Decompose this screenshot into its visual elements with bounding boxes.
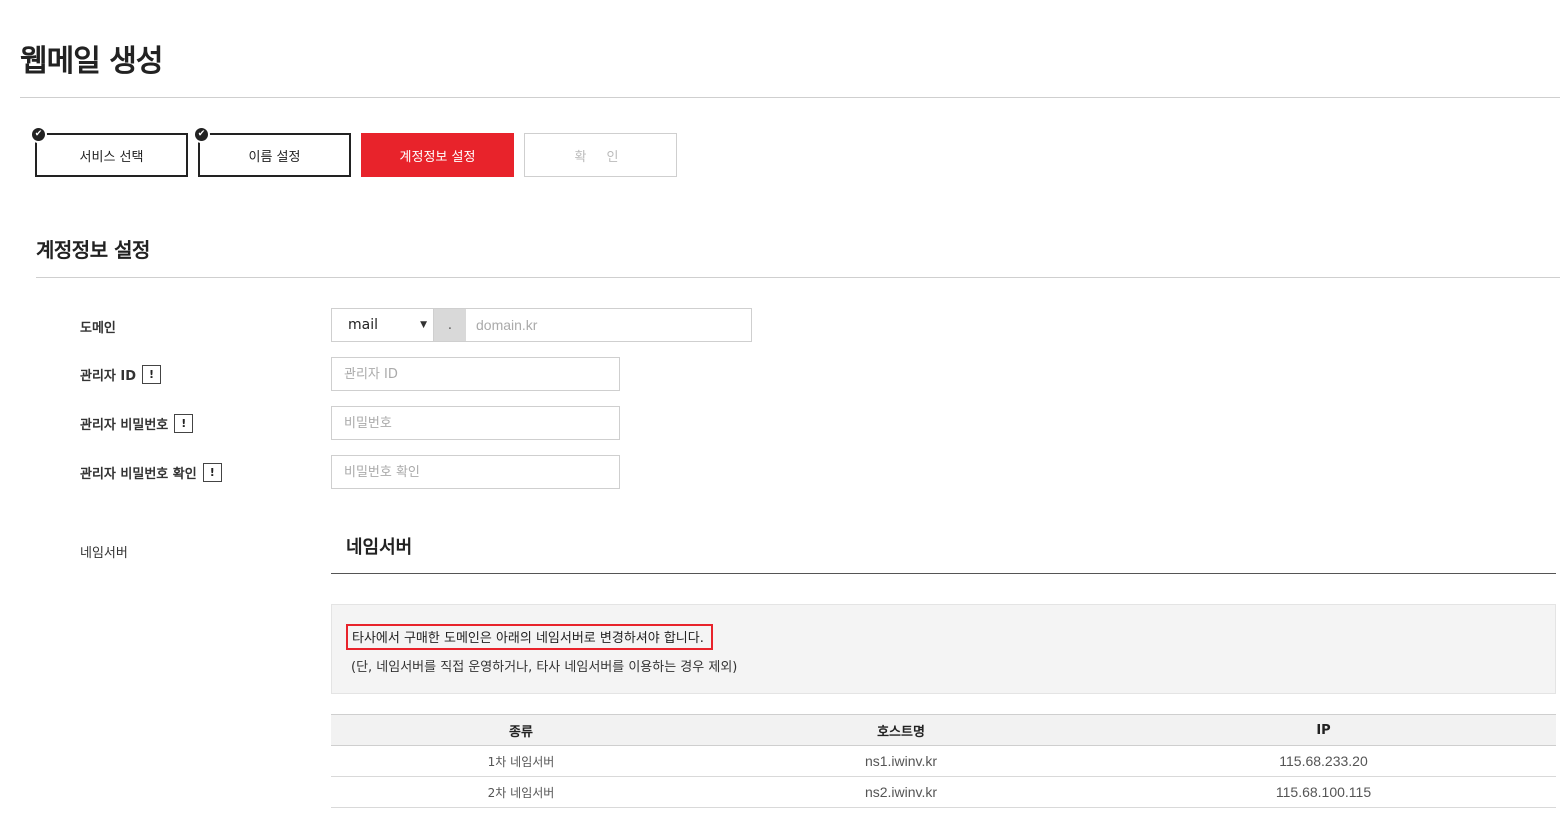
step-confirm: 확 인 bbox=[524, 133, 677, 177]
subdomain-select-value: mail bbox=[348, 317, 378, 333]
check-circle-icon: ✔ bbox=[30, 126, 47, 143]
nameserver-table: 종류 호스트명 IP 1차 네임서버 ns1.iwinv.kr 115.68.2… bbox=[331, 714, 1556, 808]
step-account-setting[interactable]: 계정정보 설정 bbox=[361, 133, 514, 177]
nameserver-title: 네임서버 bbox=[346, 537, 413, 558]
exclamation-icon[interactable]: ! bbox=[174, 414, 194, 433]
admin-id-label: 관리자 ID ! bbox=[80, 365, 162, 384]
nameserver-label: 네임서버 bbox=[80, 546, 128, 561]
admin-password-input[interactable] bbox=[331, 406, 620, 440]
column-header-ip: IP bbox=[1091, 714, 1556, 746]
step-label: 이름 설정 bbox=[248, 149, 301, 165]
cell-host: ns2.iwinv.kr bbox=[711, 776, 1091, 808]
step-indicator: ✔ 서비스 선택 ✔ 이름 설정 계정정보 설정 확 인 bbox=[30, 126, 677, 177]
cell-ip: 115.68.233.20 bbox=[1091, 745, 1556, 777]
table-header-row: 종류 호스트명 IP bbox=[331, 714, 1556, 746]
domain-input-group: mail ▼ . bbox=[331, 308, 752, 342]
check-circle-icon: ✔ bbox=[193, 126, 210, 143]
domain-input[interactable] bbox=[466, 309, 751, 341]
notice-subtext: (단, 네임서버를 직접 운영하거나, 타사 네임서버를 이용하는 경우 제외) bbox=[351, 660, 738, 675]
cell-type: 1차 네임서버 bbox=[331, 745, 711, 777]
column-header-type: 종류 bbox=[331, 714, 711, 746]
subdomain-select[interactable]: mail ▼ bbox=[332, 309, 434, 341]
cell-ip: 115.68.100.115 bbox=[1091, 776, 1556, 808]
admin-password-confirm-label: 관리자 비밀번호 확인 ! bbox=[80, 463, 222, 482]
exclamation-icon[interactable]: ! bbox=[142, 365, 162, 384]
step-label: 계정정보 설정 bbox=[399, 149, 476, 165]
column-header-host: 호스트명 bbox=[711, 714, 1091, 746]
table-row: 1차 네임서버 ns1.iwinv.kr 115.68.233.20 bbox=[331, 745, 1556, 777]
step-name-setting[interactable]: ✔ 이름 설정 bbox=[193, 126, 351, 177]
admin-password-confirm-input[interactable] bbox=[331, 455, 620, 489]
caret-down-icon: ▼ bbox=[420, 320, 427, 330]
cell-type: 2차 네임서버 bbox=[331, 776, 711, 808]
domain-label: 도메인 bbox=[80, 321, 116, 336]
title-divider bbox=[20, 97, 1560, 98]
nameserver-divider bbox=[331, 573, 1556, 574]
notice-highlight: 타사에서 구매한 도메인은 아래의 네임서버로 변경하셔야 합니다. bbox=[346, 624, 713, 650]
section-title: 계정정보 설정 bbox=[36, 238, 150, 262]
table-row: 2차 네임서버 ns2.iwinv.kr 115.68.100.115 bbox=[331, 776, 1556, 808]
step-label: 확 인 bbox=[574, 149, 627, 165]
admin-password-label: 관리자 비밀번호 ! bbox=[80, 414, 194, 433]
section-divider bbox=[36, 277, 1560, 278]
admin-id-input[interactable] bbox=[331, 357, 620, 391]
cell-host: ns1.iwinv.kr bbox=[711, 745, 1091, 777]
domain-separator: . bbox=[434, 309, 466, 341]
step-service-select[interactable]: ✔ 서비스 선택 bbox=[30, 126, 188, 177]
exclamation-icon[interactable]: ! bbox=[202, 463, 222, 482]
step-label: 서비스 선택 bbox=[79, 149, 144, 165]
page-title: 웹메일 생성 bbox=[20, 44, 163, 79]
nameserver-notice: 타사에서 구매한 도메인은 아래의 네임서버로 변경하셔야 합니다. (단, 네… bbox=[331, 604, 1556, 694]
